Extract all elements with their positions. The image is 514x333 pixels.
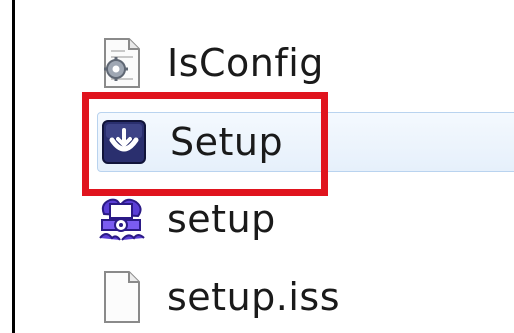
file-name: setup bbox=[167, 197, 276, 241]
blank-file-icon bbox=[95, 271, 147, 323]
file-name: IsConfig bbox=[167, 41, 324, 85]
installer-icon bbox=[95, 193, 147, 245]
file-item-setup-app[interactable]: Setup bbox=[97, 112, 514, 172]
file-name: setup.iss bbox=[167, 275, 341, 319]
setup-application-icon bbox=[98, 116, 150, 168]
file-name: Setup bbox=[170, 120, 284, 164]
file-item-setup-installer[interactable]: setup bbox=[95, 190, 514, 248]
config-file-icon bbox=[95, 37, 147, 89]
file-list-pane: IsConfig Setup setup setup.iss bbox=[12, 0, 514, 333]
file-item-setup-iss[interactable]: setup.iss bbox=[95, 268, 514, 326]
file-item-isconfig[interactable]: IsConfig bbox=[95, 34, 514, 92]
